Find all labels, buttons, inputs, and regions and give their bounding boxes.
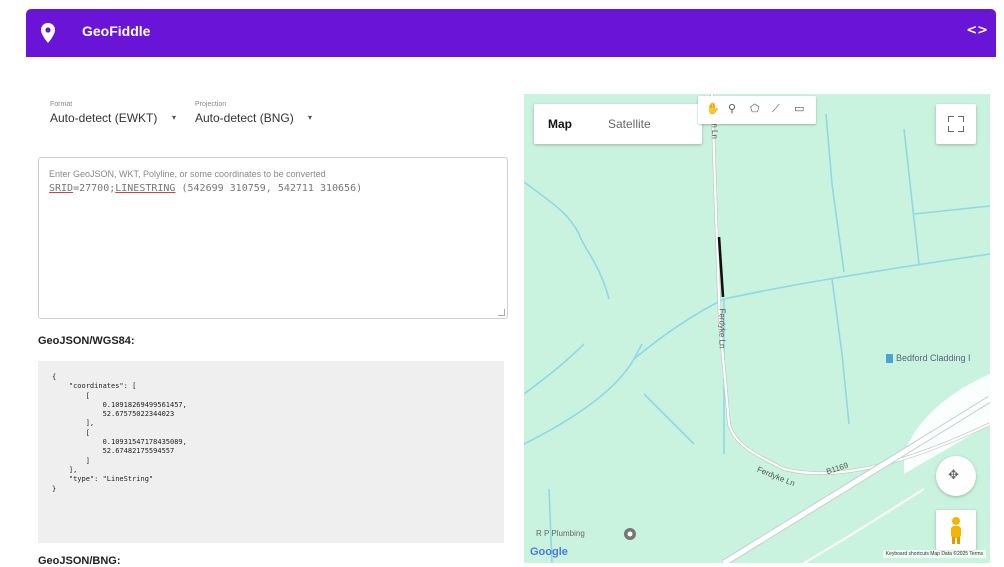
map-type-control: Map Satellite (534, 104, 702, 144)
code-icon[interactable]: <> (966, 23, 988, 38)
app-bar: GeoFiddle <> (26, 9, 996, 57)
street-view-button[interactable] (936, 510, 976, 550)
polyline-icon[interactable]: ⟋ (772, 102, 780, 116)
google-logo-text: Google (530, 546, 568, 558)
google-logo: Google (530, 546, 568, 558)
format-label: Format (50, 101, 73, 108)
rectangle-icon[interactable]: ▭ (794, 102, 804, 115)
format-select[interactable]: Format Auto-detect (EWKT) ▾ (50, 101, 176, 125)
pegman-icon (951, 517, 961, 544)
fullscreen-icon (948, 126, 954, 132)
map-canvas (524, 94, 990, 563)
tab-map[interactable]: Map (548, 117, 572, 131)
chevron-down-icon: ▾ (308, 113, 313, 122)
projection-label: Projection (195, 101, 227, 108)
fullscreen-icon (948, 116, 954, 122)
geojson-output: { "coordinates": [ [ 0.10918269499561457… (38, 361, 504, 543)
app-title: GeoFiddle (82, 23, 151, 39)
fullscreen-icon (958, 116, 964, 122)
projection-select[interactable]: Projection Auto-detect (BNG) ▾ (195, 101, 312, 125)
format-value: Auto-detect (EWKT) (50, 111, 158, 125)
marker-icon[interactable]: ⚲ (728, 102, 736, 115)
fullscreen-icon (958, 126, 964, 132)
chevron-down-icon: ▾ (172, 113, 177, 122)
resize-handle[interactable] (498, 309, 505, 316)
poi-label[interactable]: R P Plumbing (536, 529, 585, 538)
map-attribution[interactable]: Keyboard shortcuts Map Data ©2025 Terms (882, 550, 986, 558)
map-view[interactable]: Fen Ln Ferdyke Ln Ferdyke Ln B1169 Bedfo… (524, 94, 990, 563)
drawing-toolbar: ✋ ⚲ ⬠ ⟋ ▭ (698, 96, 816, 124)
geojson-text: { "coordinates": [ [ 0.10918269499561457… (52, 373, 187, 493)
fullscreen-button[interactable] (936, 104, 976, 144)
move-icon: ✥ (948, 467, 959, 482)
polygon-icon[interactable]: ⬠ (750, 102, 760, 115)
map-pin-icon (41, 23, 55, 43)
geometry-input[interactable]: Enter GeoJSON, WKT, Polyline, or some co… (38, 157, 508, 319)
input-coords: (542699 310759, 542711 310656) (175, 183, 363, 194)
app-frame: GeoFiddle <> Format Auto-detect (EWKT) ▾… (0, 0, 1004, 567)
tab-satellite[interactable]: Satellite (608, 117, 651, 131)
input-value: SRID=27700;LINESTRING (542699 310759, 54… (49, 183, 362, 194)
input-srid: SRID (49, 183, 74, 194)
road-label: Ferdyke Ln (717, 308, 727, 349)
next-output-heading: GeoJSON/BNG: (38, 555, 121, 567)
projection-value: Auto-detect (BNG) (195, 111, 294, 125)
input-placeholder: Enter GeoJSON, WKT, Polyline, or some co… (49, 169, 326, 179)
input-geom-type: LINESTRING (115, 183, 176, 194)
input-srid-value: =27700; (73, 183, 116, 194)
output-heading: GeoJSON/WGS84: (38, 335, 135, 347)
hand-icon[interactable]: ✋ (706, 102, 720, 115)
camera-control-button[interactable]: ✥ (936, 456, 976, 496)
poi-label[interactable]: Bedford Cladding I (896, 353, 971, 363)
